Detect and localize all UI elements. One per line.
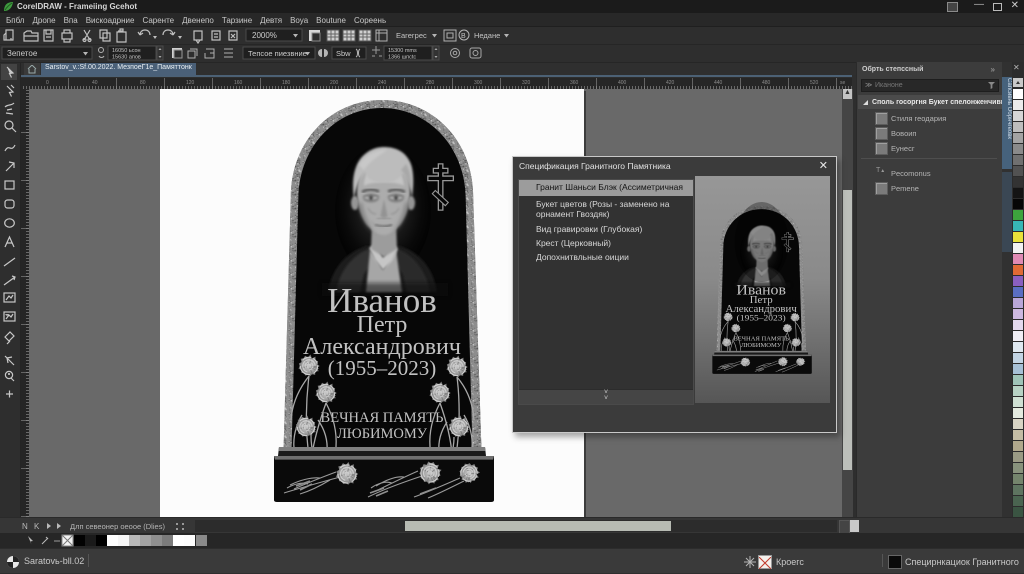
svg-text:se: se bbox=[840, 80, 846, 86]
svg-text:15300 mms: 15300 mms bbox=[388, 48, 417, 54]
svg-text:Sbw: Sbw bbox=[336, 49, 351, 58]
svg-text:N: N bbox=[22, 522, 28, 531]
svg-text:80: 80 bbox=[140, 80, 146, 86]
svg-text:280: 280 bbox=[426, 80, 435, 86]
svg-text:40: 40 bbox=[92, 80, 98, 86]
svg-text:440: 440 bbox=[714, 80, 723, 86]
svg-text:240: 240 bbox=[378, 80, 387, 86]
svg-text:300: 300 bbox=[474, 80, 483, 86]
svg-text:120: 120 bbox=[186, 80, 195, 86]
svg-text:480: 480 bbox=[762, 80, 771, 86]
svg-text:2000%: 2000% bbox=[252, 31, 277, 40]
svg-text:400: 400 bbox=[618, 80, 627, 86]
svg-text:Тепсое пиезвние: Тепсое пиезвние bbox=[248, 49, 307, 58]
svg-text:B: B bbox=[461, 33, 466, 40]
svg-text:✕: ✕ bbox=[1013, 63, 1020, 72]
svg-text:200: 200 bbox=[330, 80, 339, 86]
svg-text:420: 420 bbox=[666, 80, 675, 86]
svg-text:Еагегрес: Еагегрес bbox=[396, 31, 427, 40]
svg-text:Недане: Недане bbox=[474, 31, 500, 40]
svg-text:16050 ьсон: 16050 ьсон bbox=[112, 48, 141, 54]
svg-text:180: 180 bbox=[282, 80, 291, 86]
svg-text:520: 520 bbox=[810, 80, 819, 86]
svg-text:320: 320 bbox=[522, 80, 531, 86]
svg-text:Длп севеонер оеоое (Dliеs): Длп севеонер оеоое (Dliеs) bbox=[70, 522, 165, 531]
svg-text:K: K bbox=[34, 522, 40, 531]
svg-text:0: 0 bbox=[46, 80, 49, 86]
svg-text:1366 шпctc: 1366 шпctc bbox=[388, 55, 416, 61]
svg-text:Зепетое: Зепетое bbox=[7, 49, 38, 58]
svg-text:360: 360 bbox=[570, 80, 579, 86]
svg-text:15630 апов: 15630 апов bbox=[112, 55, 141, 61]
svg-text:160: 160 bbox=[234, 80, 243, 86]
